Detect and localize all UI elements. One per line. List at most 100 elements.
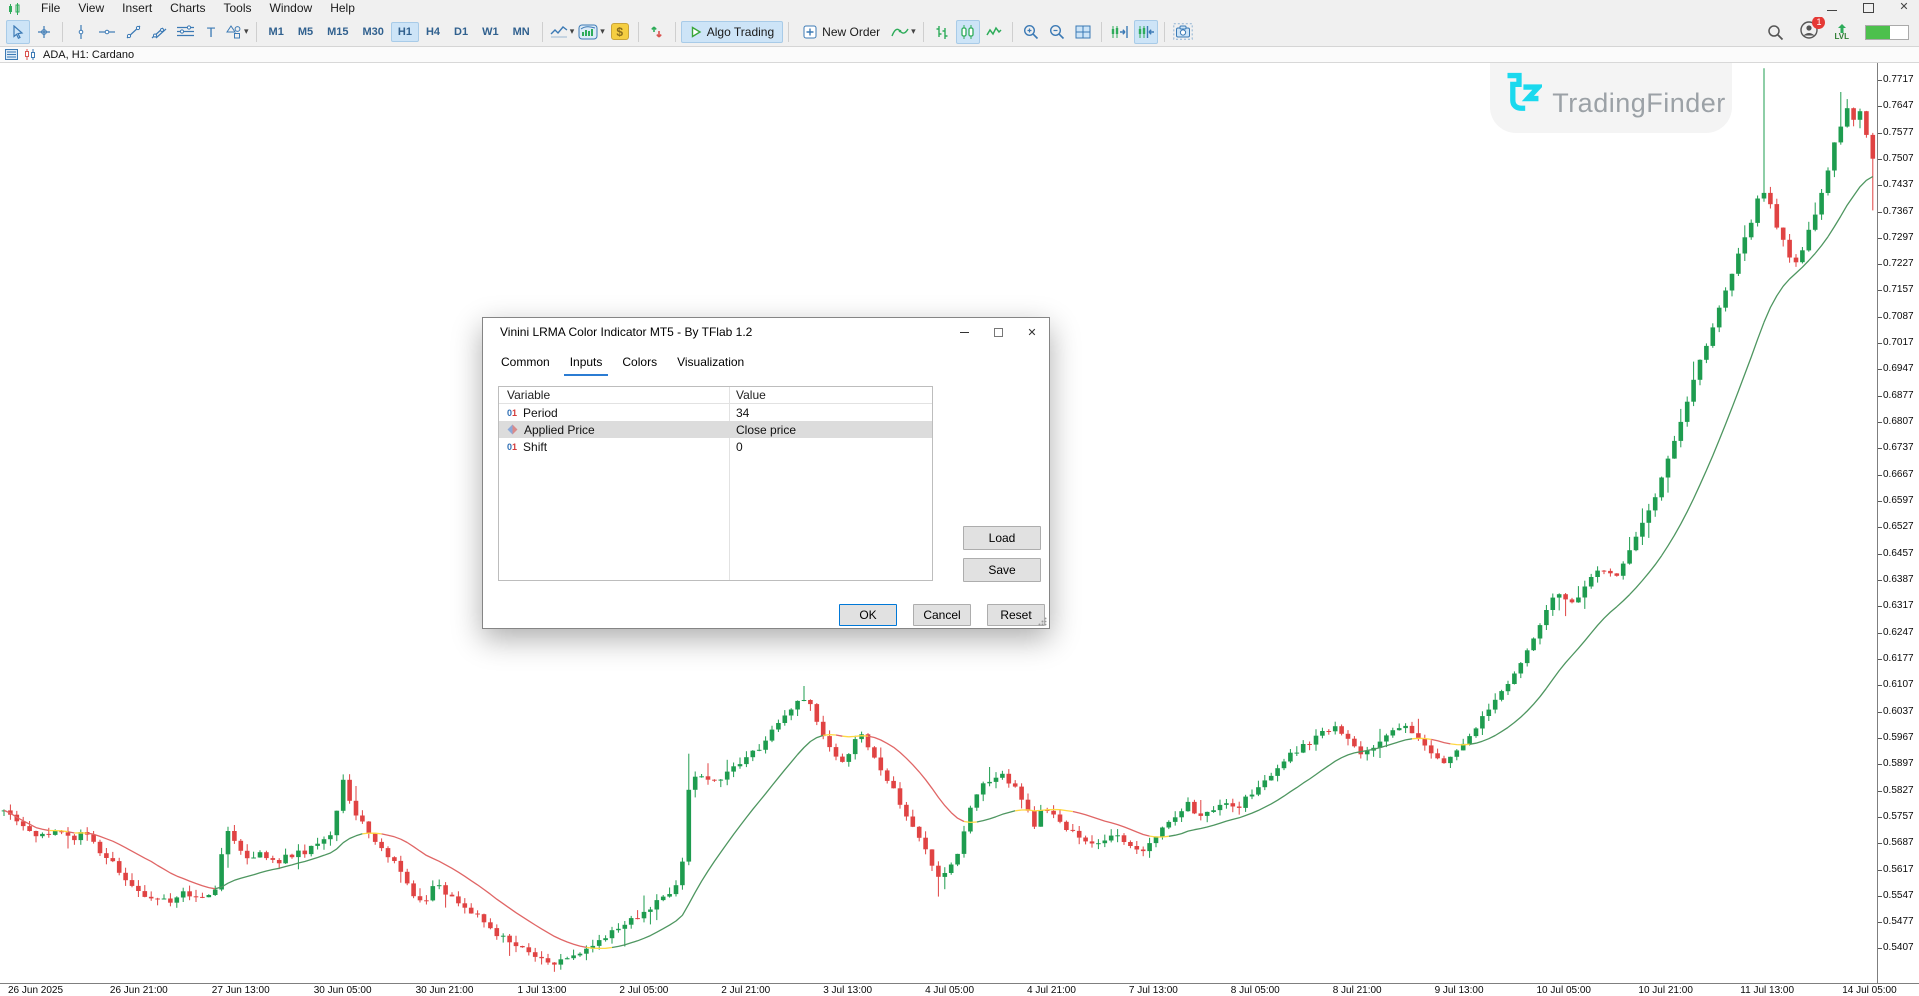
variable-name: Period	[523, 406, 558, 420]
candle-body	[373, 833, 378, 842]
tab-common[interactable]: Common	[495, 352, 556, 376]
horizontal-line-tool-button[interactable]	[95, 20, 119, 44]
dialog-minimize-icon[interactable]	[947, 319, 981, 345]
cursor-tool-button[interactable]	[6, 20, 30, 44]
menu-charts[interactable]: Charts	[161, 0, 214, 17]
shift-end-button[interactable]	[1108, 20, 1132, 44]
tab-inputs[interactable]: Inputs	[564, 352, 609, 376]
timeframe-m15-button[interactable]: M15	[320, 22, 355, 42]
candle-body	[661, 897, 666, 901]
candle-body	[616, 929, 621, 930]
menu-help[interactable]: Help	[321, 0, 364, 17]
candle-body	[962, 831, 967, 854]
timeframe-m1-button[interactable]: M1	[262, 22, 291, 42]
reset-button[interactable]: Reset	[987, 604, 1045, 626]
candle-body	[1858, 111, 1863, 120]
time-axis[interactable]: 26 Jun 202526 Jun 21:0027 Jun 13:0030 Ju…	[0, 983, 1919, 996]
price-axis-label: 0.6317	[1883, 600, 1914, 611]
candle-body	[1653, 497, 1658, 510]
menu-file[interactable]: File	[32, 0, 69, 17]
candle-body	[175, 897, 180, 902]
notification-badge: 1	[1812, 16, 1825, 29]
candle-body	[1032, 811, 1037, 827]
variable-value[interactable]: 0	[729, 440, 743, 454]
timeframe-m5-button[interactable]: M5	[291, 22, 320, 42]
line-chart-type-button[interactable]	[982, 20, 1006, 44]
candle-body	[1583, 587, 1588, 598]
crosshair-tool-button[interactable]	[32, 20, 56, 44]
resize-grip-icon[interactable]	[1038, 617, 1047, 626]
zoom-out-button[interactable]	[1045, 20, 1069, 44]
menu-view[interactable]: View	[69, 0, 113, 17]
dropdown-icon: ▾	[244, 26, 249, 37]
bar-chart-type-button[interactable]	[930, 20, 954, 44]
timeframe-m30-button[interactable]: M30	[356, 22, 391, 42]
algo-trading-button[interactable]: Algo Trading	[681, 21, 783, 43]
tab-visualization[interactable]: Visualization	[671, 352, 750, 376]
dialog-close-icon[interactable]: ✕	[1015, 319, 1049, 345]
table-row-shift[interactable]: 01 Shift 0	[499, 438, 932, 455]
screenshot-camera-button[interactable]	[1171, 20, 1195, 44]
candle-body	[1845, 108, 1850, 126]
candle-body	[1864, 111, 1869, 135]
price-tick	[1878, 527, 1882, 528]
candle-body	[725, 772, 730, 780]
dialog-maximize-icon[interactable]	[981, 319, 1015, 345]
candle-body	[213, 890, 218, 896]
cancel-button[interactable]: Cancel	[913, 604, 971, 626]
window-close-icon[interactable]: ✕	[1897, 2, 1911, 13]
table-row-applied-price[interactable]: Applied Price Close price	[499, 421, 932, 438]
function-curve-button[interactable]: ▾	[890, 20, 917, 44]
candle-body	[283, 855, 288, 864]
dialog-titlebar[interactable]: Vinini LRMA Color Indicator MT5 - By TFl…	[483, 318, 1049, 346]
price-tick	[1878, 238, 1882, 239]
variable-value[interactable]: 34	[729, 406, 749, 420]
menu-insert[interactable]: Insert	[113, 0, 161, 17]
load-button[interactable]: Load	[963, 526, 1041, 550]
vertical-line-tool-button[interactable]	[69, 20, 93, 44]
indicator-window-button[interactable]: ▾	[577, 20, 606, 44]
candlestick-chart-type-button[interactable]	[956, 20, 980, 44]
table-row-period[interactable]: 01 Period 34	[499, 404, 932, 421]
profile-button[interactable]: 1	[1800, 21, 1818, 44]
price-axis[interactable]: 0.77170.76470.75770.75070.74370.73670.72…	[1877, 63, 1919, 983]
window-restore-icon[interactable]	[1861, 2, 1875, 13]
menu-window[interactable]: Window	[261, 0, 322, 17]
timeframe-w1-button[interactable]: W1	[475, 22, 506, 42]
candle-body	[1077, 831, 1082, 838]
timeframe-h4-button[interactable]: H4	[419, 22, 447, 42]
shapes-tool-button[interactable]: ▾	[225, 20, 250, 44]
chart-tab[interactable]: ADA, H1: Cardano	[0, 47, 1919, 63]
timeframe-d1-button[interactable]: D1	[447, 22, 475, 42]
candle-body	[1160, 828, 1165, 837]
candle-body	[1295, 753, 1300, 754]
trendline-tool-button[interactable]	[121, 20, 145, 44]
zoom-in-button[interactable]	[1019, 20, 1043, 44]
text-tool-button[interactable]: T	[199, 20, 223, 44]
equidistant-lines-tool-button[interactable]	[173, 20, 197, 44]
tile-windows-button[interactable]	[1071, 20, 1095, 44]
timeframe-mn-button[interactable]: MN	[506, 22, 537, 42]
currency-dollar-button[interactable]: $	[608, 20, 632, 44]
quotes-list-icon	[5, 49, 18, 60]
chart-shift-button[interactable]	[1134, 20, 1158, 44]
window-minimize-icon[interactable]	[1825, 2, 1839, 13]
tab-colors[interactable]: Colors	[616, 352, 663, 376]
level-indicator[interactable]: LVL	[1834, 24, 1849, 41]
variable-value[interactable]: Close price	[729, 423, 796, 437]
candle-body	[770, 730, 775, 741]
search-icon[interactable]	[1767, 24, 1784, 41]
tick-arrows-button[interactable]	[645, 20, 669, 44]
save-button[interactable]: Save	[963, 558, 1041, 582]
indicators-list-button[interactable]: ▾	[549, 20, 576, 44]
timeframe-h1-button[interactable]: H1	[391, 22, 419, 42]
candle-body	[181, 891, 186, 897]
candle-body	[1039, 810, 1044, 827]
candle-body	[827, 736, 832, 747]
chart-symbol-label: ADA, H1: Cardano	[43, 49, 134, 61]
candle-body	[1263, 780, 1268, 787]
menu-tools[interactable]: Tools	[215, 0, 261, 17]
channel-tool-button[interactable]	[147, 20, 171, 44]
ok-button[interactable]: OK	[839, 604, 897, 626]
new-order-button[interactable]: New Order	[794, 21, 889, 43]
